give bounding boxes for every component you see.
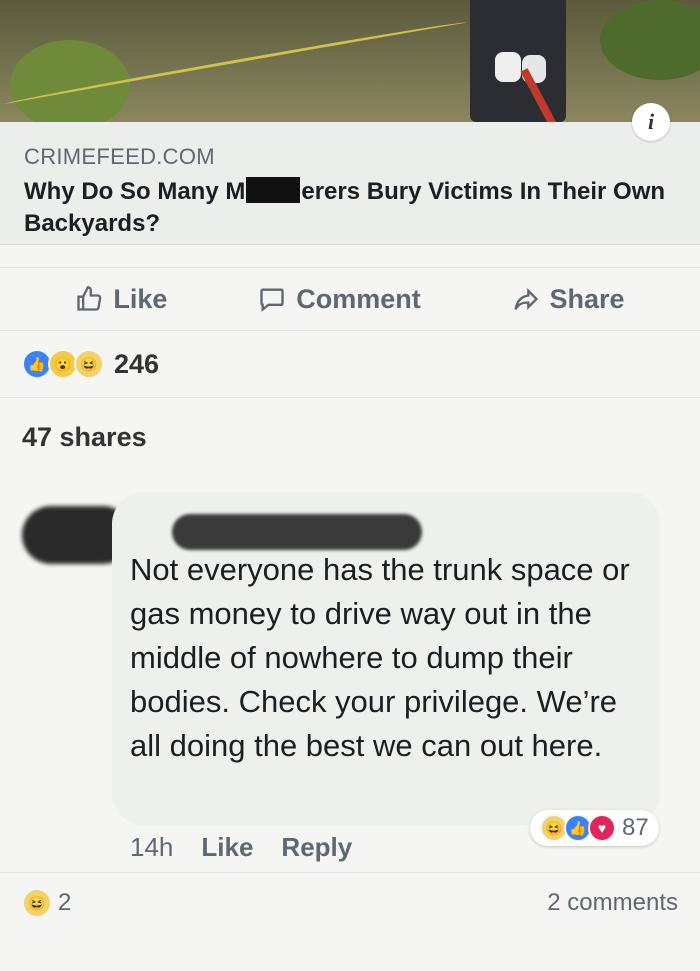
commenter-name-redacted[interactable]: [172, 514, 422, 550]
thumbs-up-icon: [77, 286, 102, 311]
redaction-bar: [246, 177, 301, 203]
comments-count-link[interactable]: 2 comments: [547, 889, 678, 917]
reaction-count: 246: [114, 348, 160, 379]
headline-part1: Why Do So Many M: [24, 178, 246, 205]
link-headline[interactable]: Why Do So Many Merers Bury Victims In Th…: [24, 176, 676, 240]
love-icon: ♥: [588, 814, 616, 842]
comment-like-button[interactable]: Like: [201, 832, 253, 863]
footer-reactions[interactable]: 😆 2: [22, 888, 71, 918]
reactions-summary[interactable]: 👍 😮 😆 246: [0, 331, 700, 398]
comment-reaction-count: 87: [622, 814, 649, 841]
info-icon[interactable]: i: [632, 103, 670, 141]
like-button[interactable]: Like: [75, 284, 167, 315]
share-icon: [513, 288, 538, 311]
reaction-icons: 👍 😮 😆: [22, 349, 104, 379]
comment-meta: 14h Like Reply: [130, 832, 352, 863]
share-label: Share: [549, 283, 625, 314]
haha-icon: 😆: [74, 349, 104, 379]
comment-button[interactable]: Comment: [258, 284, 421, 315]
comment-bubble: Not everyone has the trunk space or gas …: [112, 492, 660, 825]
comment-reactions[interactable]: 😆 👍 ♥ 87: [530, 810, 659, 846]
link-preview[interactable]: CRIMEFEED.COM Why Do So Many Merers Bury…: [0, 122, 700, 245]
comment-icon: [260, 288, 284, 312]
bush-decoration: [600, 0, 700, 80]
glove-decoration: [495, 52, 521, 82]
like-label: Like: [113, 283, 168, 314]
comment-timestamp[interactable]: 14h: [130, 832, 173, 863]
share-count[interactable]: 47 shares: [0, 398, 700, 458]
haha-icon: 😆: [22, 888, 52, 918]
comment: Not everyone has the trunk space or gas …: [0, 492, 700, 862]
share-button[interactable]: Share: [512, 284, 625, 315]
comment-reply-button[interactable]: Reply: [281, 832, 352, 863]
link-source: CRIMEFEED.COM: [24, 144, 215, 169]
comment-text: Not everyone has the trunk space or gas …: [130, 552, 630, 763]
footer-reaction-count: 2: [58, 889, 72, 916]
post-footer: 😆 2 2 comments: [0, 872, 700, 933]
post-image[interactable]: [0, 0, 700, 122]
post-action-bar: Like Comment Share: [0, 267, 700, 331]
comment-label: Comment: [296, 283, 421, 314]
